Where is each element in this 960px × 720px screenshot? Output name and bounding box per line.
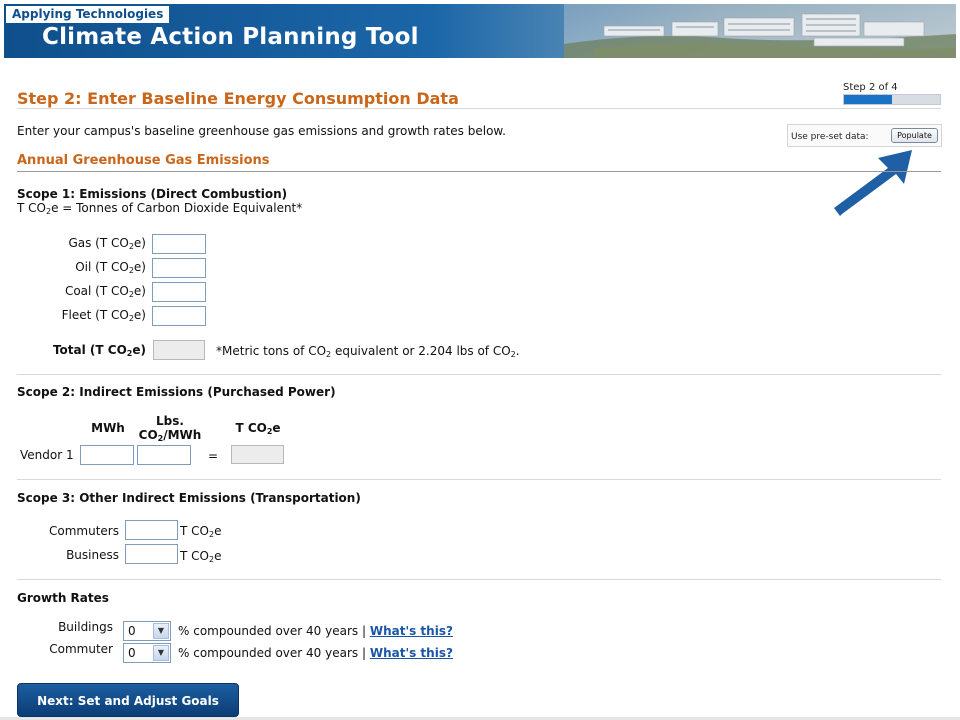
mwh-column-header: MWh	[91, 421, 125, 435]
step-title: Step 2: Enter Baseline Energy Consumptio…	[17, 89, 459, 108]
step-indicator: Step 2 of 4	[843, 82, 898, 93]
vendor-mwh-input[interactable]	[80, 445, 134, 465]
business-label: Business	[66, 548, 119, 562]
preset-label: Use pre-set data:	[791, 132, 869, 142]
preset-panel: Use pre-set data: Populate	[787, 124, 942, 147]
total-output	[153, 340, 205, 360]
business-unit: T CO2e	[180, 549, 222, 564]
scope1-title: Scope 1: Emissions (Direct Combustion)	[17, 187, 288, 201]
vendor-label: Vendor 1	[20, 448, 74, 462]
step-progress-bar	[843, 94, 941, 105]
lbs-column-header: Lbs. CO2/MWh	[138, 414, 202, 443]
commuter-growth-value: 0	[128, 646, 136, 660]
section-title: Annual Greenhouse Gas Emissions	[17, 153, 270, 168]
header-banner: Applying Technologies Climate Action Pla…	[4, 4, 956, 58]
buildings-growth-value: 0	[128, 624, 136, 638]
commuters-input[interactable]	[125, 520, 178, 540]
gas-label: Gas (T CO2e)	[68, 236, 146, 251]
campus-photo	[564, 4, 956, 58]
vendor-result-output	[231, 445, 284, 464]
next-button[interactable]: Next: Set and Adjust Goals	[17, 683, 239, 717]
populate-button[interactable]: Populate	[891, 128, 938, 143]
divider	[17, 171, 941, 172]
oil-label: Oil (T CO2e)	[75, 260, 146, 275]
divider	[17, 579, 941, 580]
buildings-label: Buildings	[58, 620, 113, 634]
commuters-unit: T CO2e	[180, 524, 222, 539]
scope2-title: Scope 2: Indirect Emissions (Purchased P…	[17, 385, 336, 399]
step-progress-fill	[844, 95, 892, 104]
buildings-growth-select[interactable]: 0 ▼	[123, 621, 171, 641]
commuter-growth-text: % compounded over 40 years | What's this…	[178, 646, 453, 660]
brand-tag: Applying Technologies	[6, 6, 170, 23]
scope1-note: T CO2e = Tonnes of Carbon Dioxide Equiva…	[17, 201, 303, 216]
buildings-growth-text: % compounded over 40 years | What's this…	[178, 624, 453, 638]
whats-this-link[interactable]: What's this?	[370, 624, 453, 638]
divider	[17, 108, 941, 109]
scope3-title: Scope 3: Other Indirect Emissions (Trans…	[17, 491, 361, 505]
app-title: Climate Action Planning Tool	[42, 24, 419, 50]
vendor-lbs-input[interactable]	[137, 445, 191, 465]
commuters-label: Commuters	[49, 524, 119, 538]
coal-label: Coal (T CO2e)	[64, 284, 146, 299]
annotation-arrow-icon	[834, 150, 912, 216]
divider	[17, 374, 941, 375]
growth-title: Growth Rates	[17, 591, 109, 605]
intro-text: Enter your campus's baseline greenhouse …	[17, 124, 506, 138]
fleet-input[interactable]	[152, 306, 206, 326]
oil-input[interactable]	[152, 258, 206, 278]
gas-input[interactable]	[152, 234, 206, 254]
chevron-down-icon[interactable]: ▼	[153, 645, 169, 661]
whats-this-link[interactable]: What's this?	[370, 646, 453, 660]
equals-sign: =	[208, 449, 219, 463]
tco2e-column-header: T CO2e	[235, 421, 281, 436]
total-label: Total (T CO2e)	[52, 343, 146, 358]
commuter-growth-select[interactable]: 0 ▼	[123, 643, 171, 663]
business-input[interactable]	[125, 544, 178, 564]
chevron-down-icon[interactable]: ▼	[153, 623, 169, 639]
commuter-label: Commuter	[49, 642, 113, 656]
coal-input[interactable]	[152, 282, 206, 302]
divider	[17, 479, 941, 480]
metric-footnote: *Metric tons of CO2 equivalent or 2.204 …	[216, 344, 520, 359]
fleet-label: Fleet (T CO2e)	[61, 308, 146, 323]
